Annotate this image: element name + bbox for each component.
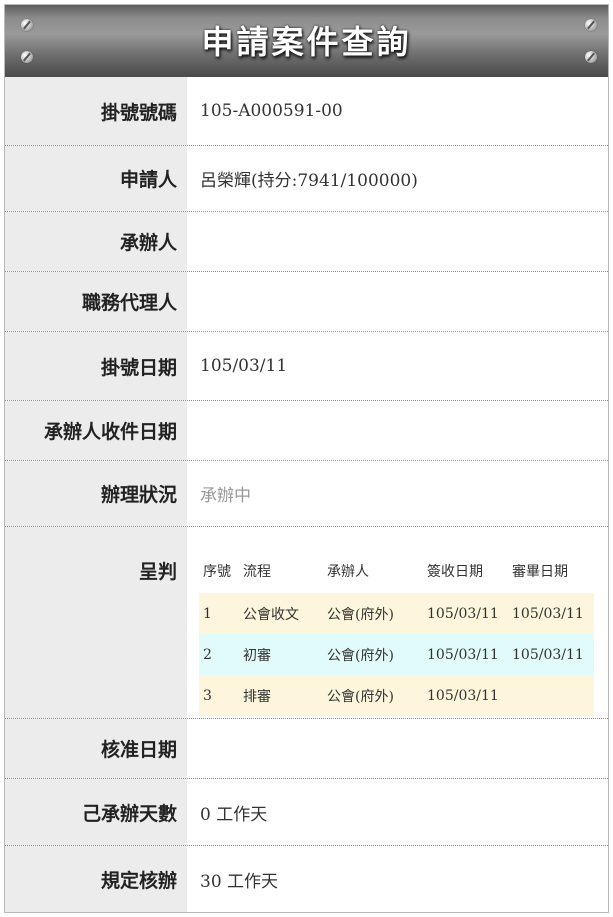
register-date-value: 105/03/11 — [200, 356, 288, 376]
cell-review-date — [512, 675, 594, 716]
case-number-label: 掛號號碼 — [5, 77, 187, 145]
cell-step: 初審 — [243, 647, 271, 664]
case-query-panel: 申請案件查詢 掛號號碼 105-A000591-00 申請人 呂榮輝(持分:79… — [4, 4, 609, 913]
col-header-sign-date: 簽收日期 — [427, 563, 483, 580]
deputy-label: 職務代理人 — [5, 272, 187, 331]
cell-seq: 2 — [203, 646, 212, 663]
col-header-step: 流程 — [243, 563, 271, 580]
table-row: 2 初審 公會(府外) 105/03/11 105/03/11 — [199, 634, 594, 675]
approval-date-label: 核准日期 — [5, 719, 187, 778]
days-elapsed-label: 己承辦天數 — [5, 779, 187, 845]
applicant-value: 呂榮輝(持分:7941/100000) — [200, 171, 418, 191]
row-flow: 呈判 序號 流程 承辦人 簽收日期 審畢日期 1 公會收文 公會(府外) 105… — [5, 527, 608, 719]
cell-handler: 公會(府外) — [327, 647, 394, 664]
row-receive-date: 承辦人收件日期 — [5, 401, 608, 461]
cell-sign-date: 105/03/11 — [427, 646, 499, 663]
row-deputy: 職務代理人 — [5, 272, 608, 332]
applicant-label: 申請人 — [5, 146, 187, 211]
flow-table-header: 序號 流程 承辦人 簽收日期 審畢日期 — [199, 548, 594, 593]
header-bar: 申請案件查詢 — [5, 5, 608, 77]
col-header-review-date: 審畢日期 — [512, 563, 568, 580]
cell-handler: 公會(府外) — [327, 606, 394, 623]
days-required-value: 30 工作天 — [200, 871, 279, 892]
cell-sign-date: 105/03/11 — [427, 687, 499, 704]
case-number-value: 105-A000591-00 — [200, 101, 343, 121]
cell-step: 公會收文 — [243, 606, 299, 623]
handler-label: 承辦人 — [5, 212, 187, 271]
col-header-handler: 承辦人 — [327, 563, 369, 580]
status-label: 辦理狀況 — [5, 461, 187, 526]
row-case-number: 掛號號碼 105-A000591-00 — [5, 77, 608, 146]
cell-seq: 3 — [203, 687, 212, 704]
flow-table: 序號 流程 承辦人 簽收日期 審畢日期 1 公會收文 公會(府外) 105/03… — [199, 548, 594, 716]
row-approval-date: 核准日期 — [5, 719, 608, 779]
row-days-required: 規定核辦 30 工作天 — [5, 846, 608, 912]
cell-step: 排審 — [243, 688, 271, 705]
register-date-label: 掛號日期 — [5, 332, 187, 400]
row-handler: 承辦人 — [5, 212, 608, 272]
col-header-seq: 序號 — [203, 563, 231, 580]
row-days-elapsed: 己承辦天數 0 工作天 — [5, 779, 608, 846]
table-row: 3 排審 公會(府外) 105/03/11 — [199, 675, 594, 716]
cell-handler: 公會(府外) — [327, 688, 394, 705]
days-required-label: 規定核辦 — [5, 846, 187, 912]
cell-review-date: 105/03/11 — [512, 605, 584, 622]
status-value: 承辦中 — [200, 486, 251, 506]
table-row: 1 公會收文 公會(府外) 105/03/11 105/03/11 — [199, 593, 594, 634]
page-title: 申請案件查詢 — [201, 23, 412, 61]
cell-seq: 1 — [203, 605, 212, 622]
flow-label: 呈判 — [138, 561, 177, 583]
row-status: 辦理狀況 承辦中 — [5, 461, 608, 527]
receive-date-label: 承辦人收件日期 — [5, 401, 187, 460]
cell-review-date: 105/03/11 — [512, 646, 584, 663]
cell-sign-date: 105/03/11 — [427, 605, 499, 622]
days-elapsed-value: 0 工作天 — [200, 804, 268, 825]
row-applicant: 申請人 呂榮輝(持分:7941/100000) — [5, 146, 608, 212]
row-register-date: 掛號日期 105/03/11 — [5, 332, 608, 401]
